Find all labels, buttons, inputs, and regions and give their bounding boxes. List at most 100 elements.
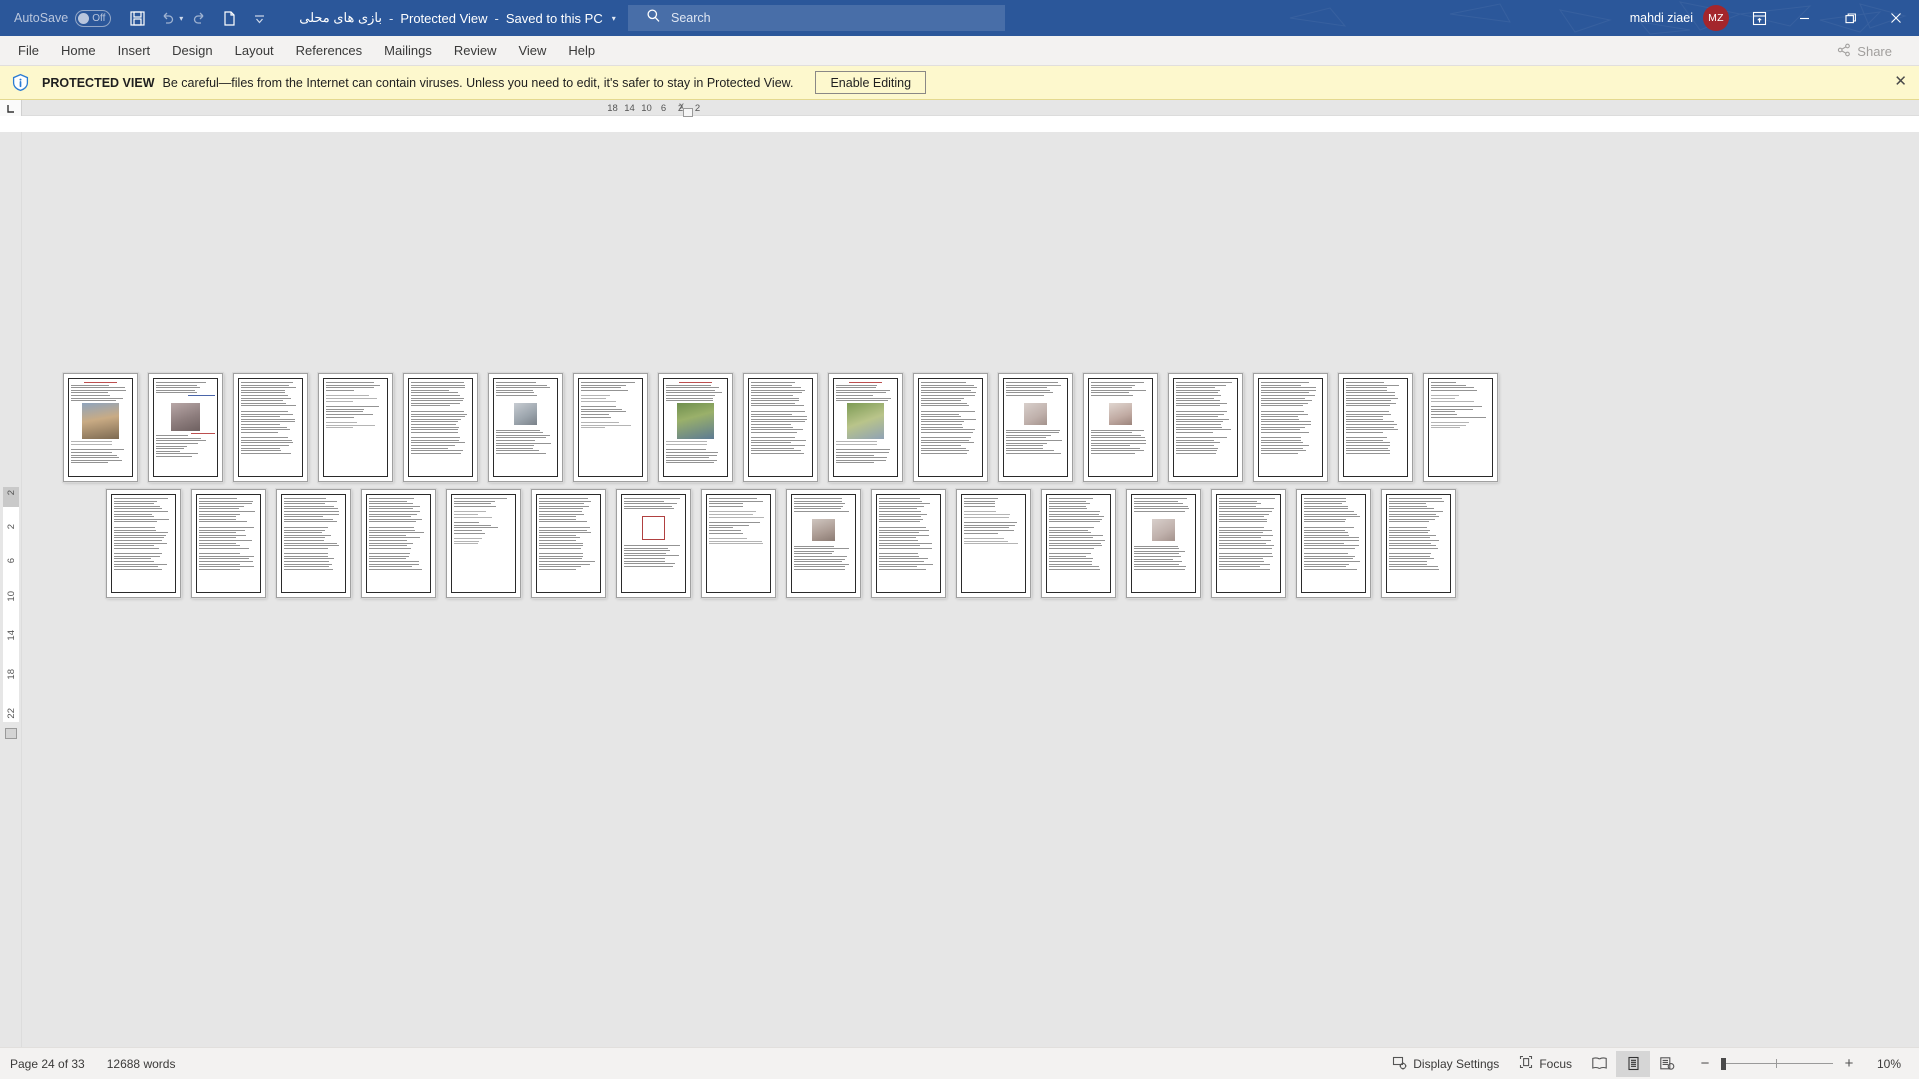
autosave-control[interactable]: AutoSave Off — [14, 9, 112, 27]
vertical-ruler[interactable]: 2 2 6 10 14 18 22 — [0, 132, 22, 1047]
text-line — [326, 427, 353, 429]
search-box[interactable] — [628, 5, 1005, 31]
text-line — [581, 384, 626, 386]
text-line — [114, 561, 155, 563]
text-line — [879, 498, 920, 499]
page-thumbnail[interactable] — [658, 373, 733, 482]
page-thumbnail[interactable] — [1296, 489, 1371, 598]
read-mode-icon[interactable] — [1582, 1051, 1616, 1077]
zoom-control[interactable]: − + 10% — [1698, 1055, 1907, 1072]
tab-help[interactable]: Help — [557, 36, 606, 66]
zoom-level[interactable]: 10% — [1877, 1057, 1907, 1071]
page-thumbnail[interactable] — [573, 373, 648, 482]
close-icon[interactable]: ✕ — [1894, 74, 1907, 89]
page-thumbnail[interactable] — [616, 489, 691, 598]
text-line — [1091, 394, 1133, 396]
tab-file[interactable]: File — [7, 36, 50, 66]
page-thumbnail[interactable] — [786, 489, 861, 598]
search-input[interactable] — [671, 11, 971, 25]
page-thumbnail[interactable] — [488, 373, 563, 482]
tab-home[interactable]: Home — [50, 36, 107, 66]
page-thumbnail[interactable] — [1253, 373, 1328, 482]
save-icon[interactable] — [123, 4, 151, 32]
page-thumbnail[interactable] — [1083, 373, 1158, 482]
page-thumbnail[interactable] — [1211, 489, 1286, 598]
horizontal-ruler[interactable]: 18 14 10 6 2 2 x — [0, 100, 1919, 117]
new-document-icon[interactable] — [215, 4, 243, 32]
page-thumbnail[interactable] — [106, 489, 181, 598]
page-thumbnail[interactable] — [63, 373, 138, 482]
page-thumbnail[interactable] — [1338, 373, 1413, 482]
autosave-toggle[interactable]: Off — [75, 9, 112, 27]
page-thumbnail[interactable] — [191, 489, 266, 598]
focus-button[interactable]: Focus — [1509, 1051, 1582, 1077]
zoom-slider[interactable] — [1721, 1056, 1833, 1072]
text-line — [1346, 416, 1383, 418]
zoom-handle[interactable] — [1721, 1057, 1726, 1070]
text-line — [1389, 539, 1440, 541]
web-layout-icon[interactable] — [1650, 1051, 1684, 1077]
tab-layout[interactable]: Layout — [224, 36, 285, 66]
display-settings-button[interactable]: Display Settings — [1382, 1051, 1509, 1077]
document-title-group[interactable]: بازی های محلی - Protected View - Saved t… — [299, 10, 615, 26]
page-thumbnail[interactable] — [1126, 489, 1201, 598]
page-thumbnail[interactable] — [998, 373, 1073, 482]
page-thumbnail[interactable] — [956, 489, 1031, 598]
avatar[interactable]: MZ — [1703, 5, 1729, 31]
page-thumbnail[interactable] — [318, 373, 393, 482]
tab-review[interactable]: Review — [443, 36, 508, 66]
enable-editing-button[interactable]: Enable Editing — [815, 71, 927, 94]
print-layout-icon[interactable] — [1616, 1050, 1650, 1077]
undo-icon[interactable] — [153, 4, 181, 32]
text-line — [921, 421, 965, 423]
minus-icon[interactable]: − — [1698, 1055, 1712, 1072]
left-tab-stop-icon[interactable] — [0, 100, 22, 116]
document-canvas[interactable] — [22, 132, 1919, 1047]
page-thumbnail[interactable] — [446, 489, 521, 598]
text-line — [199, 539, 252, 541]
ruler-number: 22 — [5, 708, 17, 719]
close-icon[interactable] — [1873, 0, 1919, 36]
text-line — [284, 558, 334, 560]
undo-dropdown-icon[interactable]: ▾ — [179, 14, 183, 23]
tab-design[interactable]: Design — [161, 36, 223, 66]
ribbon-display-options-icon[interactable] — [1737, 0, 1781, 36]
redo-icon[interactable] — [185, 4, 213, 32]
page-thumbnail[interactable] — [276, 489, 351, 598]
page-thumbnail[interactable] — [1168, 373, 1243, 482]
text-line — [454, 513, 478, 515]
plus-icon[interactable]: + — [1842, 1055, 1856, 1072]
customize-quick-access-toolbar-icon[interactable] — [245, 4, 273, 32]
vertical-ruler-numbers: 2 2 6 10 14 18 22 — [3, 487, 19, 722]
page-thumbnail[interactable] — [403, 373, 478, 482]
text-line — [879, 503, 930, 505]
text-line — [71, 462, 109, 464]
share-button[interactable]: Share — [1828, 39, 1905, 63]
page-thumbnail[interactable] — [913, 373, 988, 482]
tab-mailings[interactable]: Mailings — [373, 36, 443, 66]
page-thumbnail[interactable] — [871, 489, 946, 598]
page-thumbnail[interactable] — [828, 373, 903, 482]
page-thumbnail[interactable] — [361, 489, 436, 598]
text-line — [241, 452, 291, 454]
page-thumbnail[interactable] — [1381, 489, 1456, 598]
vertical-indent-marker[interactable] — [5, 728, 17, 739]
minimize-icon[interactable] — [1781, 0, 1827, 36]
text-line — [369, 518, 423, 520]
tab-references[interactable]: References — [285, 36, 373, 66]
restore-icon[interactable] — [1827, 0, 1873, 36]
page-thumbnail[interactable] — [701, 489, 776, 598]
page-thumbnail[interactable] — [148, 373, 223, 482]
tab-view[interactable]: View — [507, 36, 557, 66]
word-count[interactable]: 12688 words — [107, 1057, 176, 1071]
page-thumbnail[interactable] — [1423, 373, 1498, 482]
page-indicator[interactable]: Page 24 of 33 — [10, 1057, 85, 1071]
page-thumbnail[interactable] — [233, 373, 308, 482]
tab-insert[interactable]: Insert — [107, 36, 162, 66]
page-thumbnail[interactable] — [531, 489, 606, 598]
chevron-down-icon[interactable]: ▾ — [612, 14, 616, 23]
page-thumbnail[interactable] — [743, 373, 818, 482]
indent-marker[interactable] — [683, 108, 693, 117]
text-line — [1134, 553, 1179, 555]
page-thumbnail[interactable] — [1041, 489, 1116, 598]
